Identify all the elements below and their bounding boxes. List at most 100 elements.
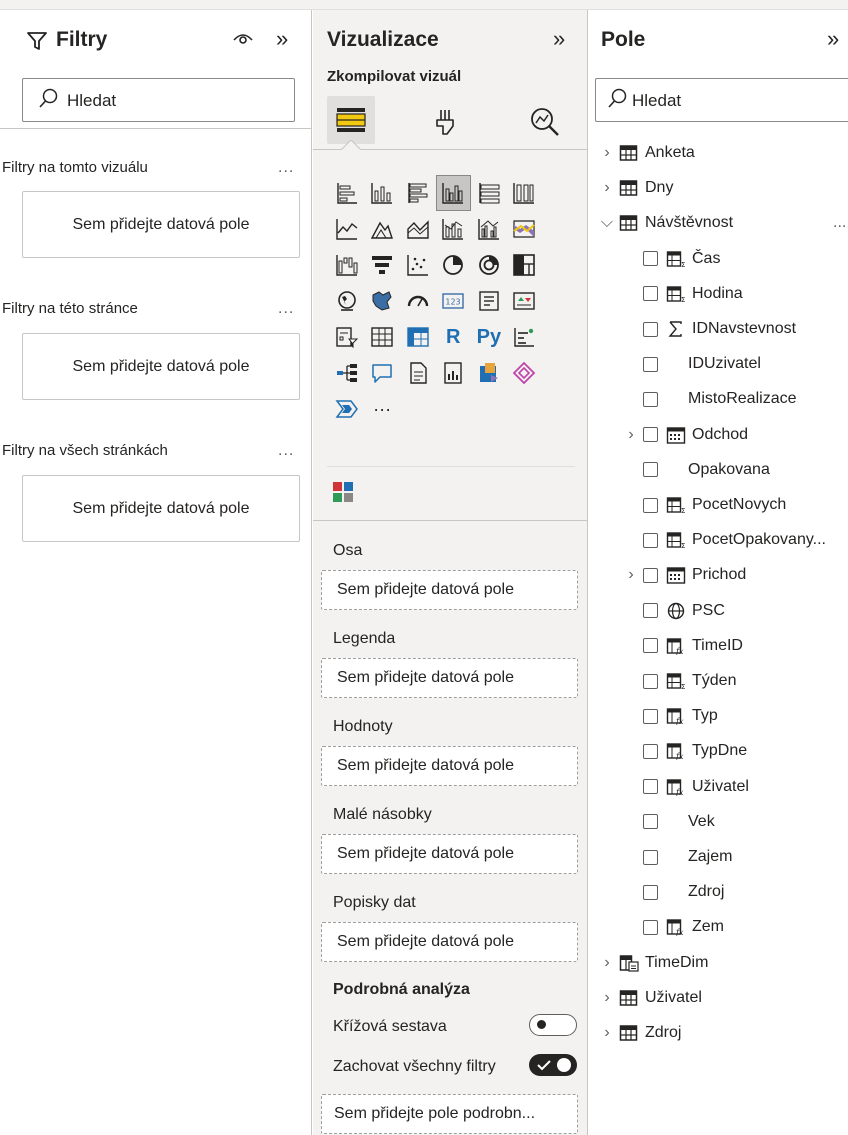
matrix-icon[interactable] [400,319,435,355]
filter-section-visual-more[interactable]: ... [278,159,294,177]
table-zdroj[interactable]: › Zdroj [599,1016,681,1050]
format-paintbrush-icon[interactable] [431,106,463,138]
field-checkbox[interactable] [643,497,658,513]
drill-through-drop-zone[interactable]: Sem přidejte pole podrobn... [321,1094,578,1134]
power-automate-icon[interactable] [507,355,542,391]
field-item[interactable]: fx TypDne [623,734,747,768]
chevron-right-icon[interactable]: › [599,144,615,162]
field-checkbox[interactable] [643,286,658,302]
table-timedim[interactable]: › TimeDim [599,946,708,980]
table-anketa[interactable]: › Anketa [599,136,694,170]
slicer-icon[interactable] [329,319,364,355]
filter-visual-drop-zone[interactable]: Sem přidejte datová pole [22,191,300,258]
field-item[interactable]: PSC [623,594,725,628]
field-checkbox[interactable] [643,603,658,619]
scatter-chart-icon[interactable] [400,247,435,283]
cross-report-toggle[interactable] [529,1014,577,1036]
chevron-right-icon[interactable]: › [599,954,615,972]
100-stacked-column-chart-icon[interactable] [507,175,542,211]
decomposition-tree-icon[interactable] [329,355,364,391]
line-chart-icon[interactable] [329,211,364,247]
field-checkbox[interactable] [643,532,658,548]
field-item[interactable]: fx Typ [623,699,718,733]
field-checkbox[interactable] [643,251,658,267]
field-item[interactable]: Σ Čas [623,242,720,276]
field-checkbox[interactable] [643,779,658,795]
key-influencers-icon[interactable] [507,319,542,355]
filters-search-input[interactable]: Hledat [22,78,295,122]
table-uživatel[interactable]: › Uživatel [599,981,702,1015]
field-item[interactable]: Σ Hodina [623,277,743,311]
collapse-visualizations-icon[interactable]: » [553,26,565,52]
chevron-right-icon[interactable]: › [599,989,615,1007]
field-checkbox[interactable] [643,673,658,689]
smart-narrative-icon[interactable] [400,355,435,391]
legend-drop-zone[interactable]: Sem přidejte datová pole [321,658,578,698]
field-item[interactable]: IDNavstevnost [623,312,796,346]
funnel-chart-icon[interactable] [365,247,400,283]
chevron-right-icon[interactable]: › [599,1024,615,1042]
stacked-column-chart-icon[interactable] [365,175,400,211]
fields-search-input[interactable]: Hledat [595,78,848,122]
field-item[interactable]: IDUzivatel [623,347,761,381]
axis-drop-zone[interactable]: Sem přidejte datová pole [321,570,578,610]
field-checkbox[interactable] [643,391,658,407]
field-item[interactable]: Opakovana [623,453,770,487]
field-item[interactable]: Zdroj [623,875,724,909]
pie-chart-icon[interactable] [436,247,471,283]
gauge-icon[interactable] [400,283,435,319]
keep-all-filters-toggle[interactable] [529,1054,577,1076]
filter-page-drop-zone[interactable]: Sem přidejte datová pole [22,333,300,400]
qna-visual-icon[interactable] [365,355,400,391]
collapse-filters-icon[interactable]: » [276,26,288,52]
card-icon[interactable]: 123 [436,283,471,319]
chevron-down-icon[interactable]: ⌵ [599,214,615,232]
line-clustered-column-chart-icon[interactable] [471,211,506,247]
field-checkbox[interactable] [643,849,658,865]
field-item[interactable]: fx Zem [623,910,724,944]
field-item[interactable]: › Prichod [623,558,746,592]
field-checkbox[interactable] [643,708,658,724]
table-dny[interactable]: › Dny [599,171,673,205]
field-checkbox[interactable] [643,884,658,900]
build-visual-tab[interactable] [327,96,375,144]
field-item[interactable]: fx Uživatel [623,770,749,804]
area-chart-icon[interactable] [365,211,400,247]
values-drop-zone[interactable]: Sem přidejte datová pole [321,746,578,786]
field-checkbox[interactable] [643,919,658,935]
field-checkbox[interactable] [643,743,658,759]
tooltips-drop-zone[interactable]: Sem přidejte datová pole [321,922,578,962]
chevron-right-icon[interactable]: › [623,566,639,584]
clustered-column-chart-icon[interactable] [435,175,471,211]
eye-icon[interactable] [232,30,254,48]
waterfall-chart-icon[interactable] [329,247,364,283]
field-checkbox[interactable] [643,638,658,654]
field-item[interactable]: fx TimeID [623,629,743,663]
filter-section-page-more[interactable]: ... [278,300,294,318]
field-checkbox[interactable] [643,356,658,372]
more-visuals-ellipsis[interactable]: ··· [365,391,400,427]
r-script-visual-icon[interactable]: R [436,319,471,355]
donut-chart-icon[interactable] [471,247,506,283]
field-checkbox[interactable] [643,814,658,830]
clustered-bar-chart-icon[interactable] [400,175,435,211]
field-item[interactable]: Zajem [623,840,732,874]
power-apps-icon[interactable] [471,355,506,391]
field-checkbox[interactable] [643,567,658,583]
field-item[interactable]: Σ PocetOpakovany... [623,523,826,557]
chevron-right-icon[interactable]: › [623,426,639,444]
stacked-area-chart-icon[interactable] [400,211,435,247]
field-item[interactable]: Vek [623,805,715,839]
table-more-options[interactable]: ... [833,214,846,232]
table-návštěvnost[interactable]: ⌵ Návštěvnost... [599,206,846,240]
table-visual-icon[interactable] [365,319,400,355]
collapse-fields-icon[interactable]: » [827,26,839,52]
filled-map-icon[interactable] [365,283,400,319]
more-visual-icon[interactable] [329,391,364,427]
analytics-magnifier-icon[interactable] [527,104,563,140]
paginated-report-icon[interactable] [436,355,471,391]
line-stacked-column-chart-icon[interactable] [436,211,471,247]
get-more-visuals-icon[interactable] [332,481,354,503]
kpi-icon[interactable] [507,283,542,319]
python-visual-icon[interactable]: Py [471,319,506,355]
